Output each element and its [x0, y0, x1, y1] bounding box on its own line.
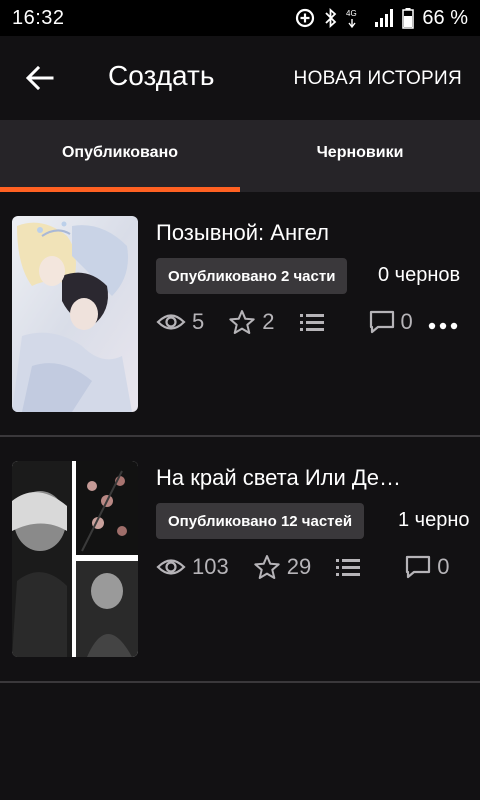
signal-icon	[375, 9, 394, 27]
cover-illustration	[12, 216, 138, 412]
views-count: 103	[192, 554, 229, 579]
comments-stat: 0	[405, 554, 449, 580]
back-button[interactable]	[22, 62, 58, 94]
comments-stat: 0	[369, 309, 413, 335]
story-title[interactable]: На край света Или Де…	[156, 465, 426, 491]
status-bar: 16:32 4G 66 %	[0, 0, 480, 36]
views-stat: 5	[156, 309, 204, 335]
list-icon	[336, 559, 361, 576]
app-bar: Создать НОВАЯ ИСТОРИЯ	[0, 36, 480, 120]
cover-illustration	[12, 461, 138, 657]
network-icon: 4G	[346, 9, 357, 29]
votes-stat: 29	[253, 554, 311, 580]
comments-count: 0	[400, 309, 413, 334]
story-cover[interactable]	[12, 216, 138, 412]
battery-icon	[402, 8, 415, 29]
back-arrow-icon	[26, 66, 54, 90]
drafts-count: 0 чернов	[378, 264, 461, 286]
tab-published[interactable]: Опубликовано	[0, 120, 240, 192]
page-title: Создать	[108, 60, 215, 91]
votes-stat: 2	[228, 309, 275, 335]
story-stats: 5 2 0	[156, 306, 437, 338]
story-card[interactable]: Позывной: Ангел Опубликовано 2 части 0 ч…	[0, 192, 480, 437]
status-time: 16:32	[12, 6, 65, 29]
list-icon	[299, 314, 324, 331]
votes-count: 2	[262, 309, 275, 334]
comments-count: 0	[437, 554, 450, 579]
tab-drafts[interactable]: Черновики	[240, 120, 480, 192]
votes-count: 29	[286, 554, 312, 579]
status-icons: 4G 66 %	[294, 7, 468, 30]
eye-icon	[156, 559, 186, 575]
star-icon	[254, 555, 280, 579]
story-list: Позывной: Ангел Опубликовано 2 части 0 ч…	[0, 192, 480, 683]
bluetooth-icon	[325, 7, 337, 29]
views-count: 5	[192, 309, 205, 334]
new-story-button[interactable]: НОВАЯ ИСТОРИЯ	[294, 68, 462, 90]
comment-icon	[369, 310, 394, 334]
published-parts-badge: Опубликовано 2 части	[156, 258, 348, 294]
published-parts-badge: Опубликовано 12 частей	[156, 503, 365, 539]
story-title[interactable]: Позывной: Ангел	[156, 220, 426, 246]
tab-bar: Опубликовано Черновики	[0, 120, 480, 192]
parts-list-stat	[299, 311, 325, 333]
story-stats: 103 29 0	[156, 551, 473, 583]
star-icon	[229, 310, 255, 334]
comment-icon	[406, 555, 431, 579]
story-cover[interactable]	[12, 461, 138, 657]
more-dots-icon	[428, 322, 458, 330]
battery-level: 66 %	[422, 6, 468, 29]
eye-icon	[156, 314, 186, 330]
svg-text:4G: 4G	[346, 9, 357, 18]
parts-list-stat	[335, 556, 361, 578]
more-options-button[interactable]	[428, 310, 458, 336]
drafts-count: 1 черно	[398, 509, 470, 531]
views-stat: 103	[156, 554, 229, 580]
data-saver-icon	[296, 8, 315, 28]
story-card[interactable]: На край света Или Де… Опубликовано 12 ча…	[0, 437, 480, 683]
